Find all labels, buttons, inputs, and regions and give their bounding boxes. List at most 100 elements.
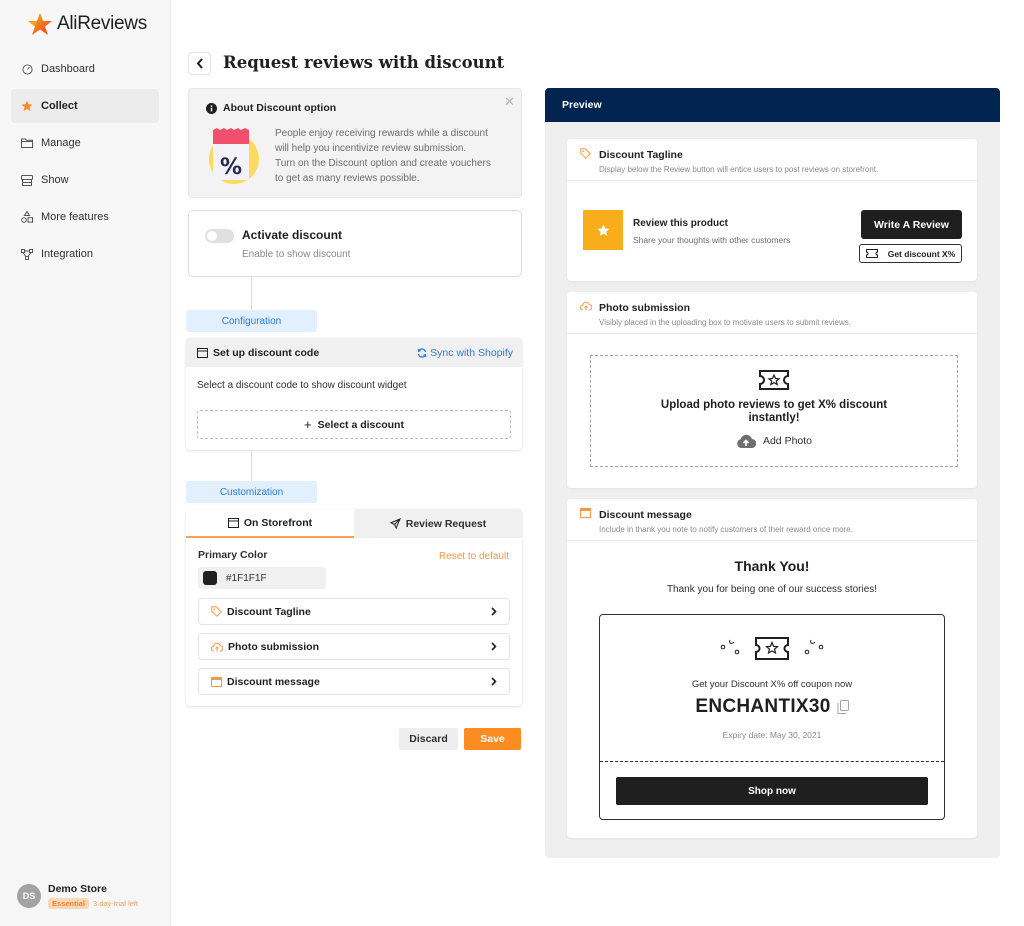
preview-header: Preview (545, 88, 1000, 122)
select-discount-button[interactable]: + Select a discount (197, 410, 511, 439)
coupon-label: Get your Discount X% off coupon now (691, 679, 853, 690)
preview-section-title: Discount message (599, 509, 692, 521)
discount-code-description: Select a discount code to show discount … (197, 380, 407, 391)
product-star-badge (583, 210, 623, 250)
activate-discount-card: Activate discount Enable to show discoun… (188, 210, 522, 277)
plus-icon: + (304, 417, 312, 432)
sidebar-item-collect[interactable]: Collect (11, 89, 159, 123)
primary-color-value: #1F1F1F (226, 572, 267, 584)
review-product-title: Review this product (633, 218, 729, 229)
page-title: Request reviews with discount (223, 53, 505, 72)
window-icon (197, 347, 208, 358)
cloud-upload-icon (211, 642, 223, 651)
discount-tagline-item[interactable]: Discount Tagline (198, 598, 510, 625)
sidebar-item-label: Collect (41, 100, 78, 112)
review-product-subtitle: Share your thoughts with other customers (633, 235, 791, 245)
ticket-star-icon (759, 370, 789, 390)
brand-name: AliReviews (57, 13, 147, 34)
star-icon (597, 224, 609, 236)
shop-now-button[interactable]: Shop now (616, 777, 928, 805)
integration-icon (21, 248, 33, 260)
window-icon (227, 517, 239, 528)
sidebar-item-label: More features (41, 211, 109, 223)
info-icon (206, 102, 217, 114)
coupon-card: Get your Discount X% off coupon now ENCH… (599, 614, 945, 820)
sidebar: AliReviews Dashboard Collect Manage Show (0, 0, 171, 926)
write-review-button[interactable]: Write A Review (861, 210, 962, 239)
sidebar-item-label: Show (41, 174, 69, 186)
sidebar-item-more-features[interactable]: More features (11, 200, 159, 234)
get-discount-button[interactable]: Get discount X% (859, 244, 962, 263)
primary-color-picker[interactable]: #1F1F1F (198, 567, 326, 589)
avatar: DS (17, 884, 41, 908)
back-button[interactable] (188, 52, 211, 75)
coupon-expiry: Expiry date: May 30, 2021 (722, 730, 822, 740)
sidebar-item-label: Manage (41, 137, 81, 149)
step-connector (251, 277, 252, 310)
folder-icon (21, 137, 33, 149)
preview-section-title: Discount Tagline (599, 149, 683, 161)
store-switcher[interactable]: DS Demo Store Essential 3 day-trial left (17, 883, 138, 909)
logo-star-icon (28, 13, 52, 35)
window-icon (580, 508, 591, 518)
preview-section-subtitle: Include in thank you note to notify cust… (599, 525, 853, 534)
activate-discount-toggle[interactable] (205, 229, 234, 243)
chevron-right-icon (491, 607, 497, 616)
coupon-code-row: ENCHANTIX30 (600, 696, 944, 718)
sidebar-item-integration[interactable]: Integration (11, 237, 159, 271)
store-name: Demo Store (48, 883, 107, 895)
shapes-icon (21, 211, 33, 223)
sidebar-item-show[interactable]: Show (11, 163, 159, 197)
plan-badge: Essential (48, 898, 89, 909)
logo[interactable]: AliReviews (27, 12, 147, 36)
primary-color-label: Primary Color (198, 549, 268, 561)
discount-message-item[interactable]: Discount message (198, 668, 510, 695)
app-root: AliReviews Dashboard Collect Manage Show (0, 0, 1024, 926)
tab-review-request[interactable]: Review Request (354, 509, 522, 538)
sidebar-item-label: Integration (41, 248, 93, 260)
sidebar-item-label: Dashboard (41, 63, 95, 75)
dashboard-icon (21, 63, 33, 75)
banner-title: About Discount option (223, 102, 337, 114)
sidebar-item-manage[interactable]: Manage (11, 126, 159, 160)
activate-discount-subtitle: Enable to show discount (242, 249, 351, 260)
photo-upload-dropzone[interactable]: Upload photo reviews to get X% discount … (590, 355, 958, 467)
tag-icon (580, 148, 591, 159)
chevron-right-icon (491, 642, 497, 651)
ticket-icon (865, 249, 878, 258)
copy-icon[interactable] (837, 700, 849, 714)
thank-you-subtitle: Thank you for being one of our success s… (666, 584, 878, 595)
preview-section-title: Photo submission (599, 302, 691, 314)
tag-icon (211, 606, 222, 617)
about-discount-banner: About Discount option ✕ % People enjoy r… (188, 88, 522, 198)
color-swatch (203, 571, 217, 585)
reset-to-default-link[interactable]: Reset to default (439, 551, 509, 562)
discount-code-title: Set up discount code (213, 346, 320, 359)
banner-description: People enjoy receiving rewards while a d… (275, 128, 491, 184)
chevron-left-icon (196, 58, 203, 69)
star-icon (21, 100, 33, 112)
chevron-right-icon (491, 677, 497, 686)
cloud-upload-icon (737, 434, 756, 448)
discard-button[interactable]: Discard (399, 728, 458, 750)
save-button[interactable]: Save (464, 728, 521, 750)
discount-code-card: Set up discount code Sync with Shopify S… (186, 338, 522, 450)
photo-submission-item[interactable]: Photo submission (198, 633, 510, 660)
sidebar-item-dashboard[interactable]: Dashboard (11, 52, 159, 86)
add-photo-button[interactable]: Add Photo (736, 434, 812, 448)
sync-shopify-link[interactable]: Sync with Shopify (417, 347, 513, 359)
step-label-configuration: Configuration (186, 310, 317, 332)
step-connector (251, 450, 252, 481)
sidebar-nav: Dashboard Collect Manage Show More featu… (11, 52, 159, 274)
customization-tabs: On Storefront Review Request (186, 509, 522, 538)
coupon-celebration-icon (720, 637, 824, 660)
close-icon[interactable]: ✕ (504, 94, 515, 110)
sync-icon (417, 347, 427, 358)
coupon-divider (600, 761, 944, 762)
preview-section-subtitle: Display below the Review button will ent… (599, 165, 879, 174)
preview-photo-submission: Photo submission Visibly placed in the u… (567, 292, 977, 488)
store-icon (21, 174, 33, 186)
tab-on-storefront[interactable]: On Storefront (186, 509, 354, 538)
step-label-customization: Customization (186, 481, 317, 503)
preview-section-subtitle: Visibly placed in the uploading box to m… (599, 318, 851, 327)
